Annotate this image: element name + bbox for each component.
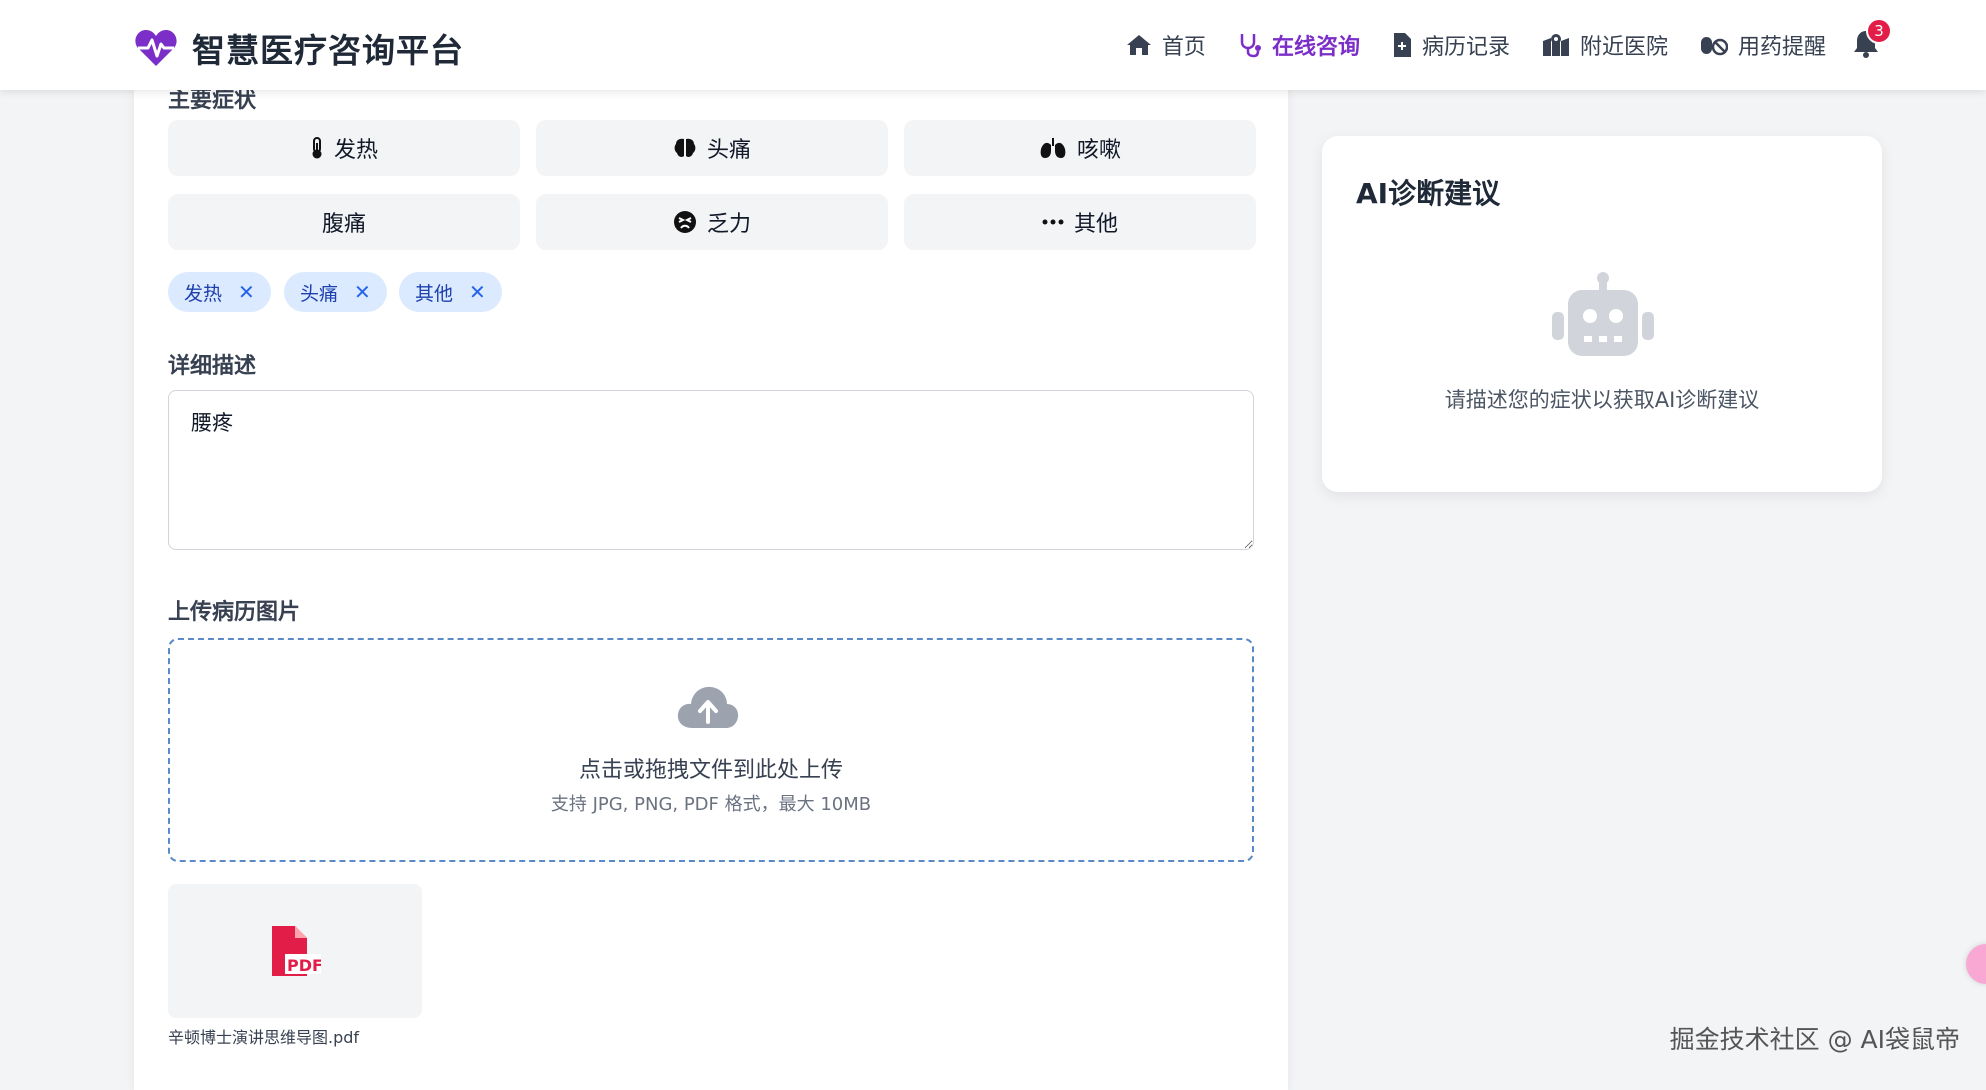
thermometer-icon [312,137,322,159]
detail-label: 详细描述 [168,354,257,379]
stethoscope-icon [1240,34,1261,58]
ellipsis-icon [1042,219,1064,225]
file-upload-dropzone[interactable]: 点击或拖拽文件到此处上传 支持 JPG, PNG, PDF 格式，最大 10MB [168,638,1254,862]
remove-tag-icon[interactable]: ✕ [469,280,486,304]
nav-label: 在线咨询 [1271,35,1360,60]
detail-description-textarea[interactable]: 腰疼 [168,390,1254,550]
nav-medical-records[interactable]: 病历记录 [1392,29,1510,61]
cloud-upload-icon [677,686,739,728]
tag-label: 发热 [184,282,223,305]
remove-tag-icon[interactable]: ✕ [354,280,371,304]
symptom-label: 头痛 [706,138,751,163]
nav-label: 附近医院 [1579,35,1668,60]
app-title: 智慧医疗咨询平台 [192,31,464,70]
robot-icon [1552,272,1654,356]
symptom-button-fever[interactable]: 发热 [168,120,520,176]
symptom-label: 发热 [333,138,378,163]
tag-label: 头痛 [300,282,339,305]
nav-label: 病历记录 [1421,35,1510,60]
brand[interactable]: 智慧医疗咨询平台 [134,24,464,72]
svg-text:PDF: PDF [287,956,321,975]
top-navbar: 智慧医疗咨询平台 首页 在线咨询 病历记录 附近医院 用药提醒 3 [0,0,1986,90]
symptom-button-other[interactable]: 其他 [904,194,1256,250]
floating-action-icon[interactable] [1966,944,1986,984]
symptom-label: 咳嗽 [1076,138,1121,163]
symptom-label: 其他 [1073,212,1118,237]
remove-tag-icon[interactable]: ✕ [238,280,255,304]
watermark: 掘金技术社区 @ AI袋鼠帝 [1669,1025,1960,1054]
nav-online-consult[interactable]: 在线咨询 [1238,29,1360,61]
selected-symptom-tag: 发热 ✕ [168,272,271,312]
nav-medication-reminder[interactable]: 用药提醒 [1700,29,1826,61]
main-nav: 首页 在线咨询 病历记录 附近医院 用药提醒 [1094,0,1826,90]
notification-badge: 3 [1866,18,1892,44]
ai-empty-message: 请描述您的症状以获取AI诊断建议 [1444,388,1760,412]
symptom-button-abdominal-pain[interactable]: 腹痛 [168,194,520,250]
symptom-label: 腹痛 [321,212,366,237]
symptom-button-fatigue[interactable]: 乏力 [536,194,888,250]
selected-symptom-tag: 其他 ✕ [399,272,502,312]
tag-label: 其他 [415,282,454,305]
uploaded-file-card[interactable]: PDF [168,884,422,1018]
ai-card-title: AI诊断建议 [1356,177,1501,210]
selected-symptom-tag: 头痛 ✕ [284,272,387,312]
heartbeat-icon [135,30,177,66]
home-icon [1126,35,1151,55]
nav-nearby-hospitals[interactable]: 附近医院 [1542,29,1668,61]
pills-icon [1700,37,1728,56]
symptom-button-cough[interactable]: 咳嗽 [904,120,1256,176]
consult-form-card: 主要症状 发热 头痛 咳嗽 腹痛 乏力 其他 发热 ✕ 头痛 ✕ 其他 ✕ 详细… [134,80,1288,1090]
lungs-icon [1040,138,1066,158]
nav-label: 首页 [1161,35,1206,60]
upload-instruction: 点击或拖拽文件到此处上传 [578,758,843,783]
ai-diagnosis-card: AI诊断建议 请描述您的症状以获取AI诊断建议 [1322,136,1882,492]
nav-home[interactable]: 首页 [1126,29,1206,61]
medical-file-icon [1393,33,1411,57]
nav-label: 用药提醒 [1737,35,1826,60]
map-icon [1542,34,1569,56]
upload-label: 上传病历图片 [168,600,301,625]
upload-format-hint: 支持 JPG, PNG, PDF 格式，最大 10MB [550,794,872,815]
symptom-button-headache[interactable]: 头痛 [536,120,888,176]
brain-icon [674,138,696,157]
tired-face-icon [673,211,696,233]
symptom-label: 乏力 [706,212,751,237]
uploaded-file-name: 辛顿博士演讲思维导图.pdf [168,1028,360,1047]
pdf-file-icon: PDF [272,926,321,976]
